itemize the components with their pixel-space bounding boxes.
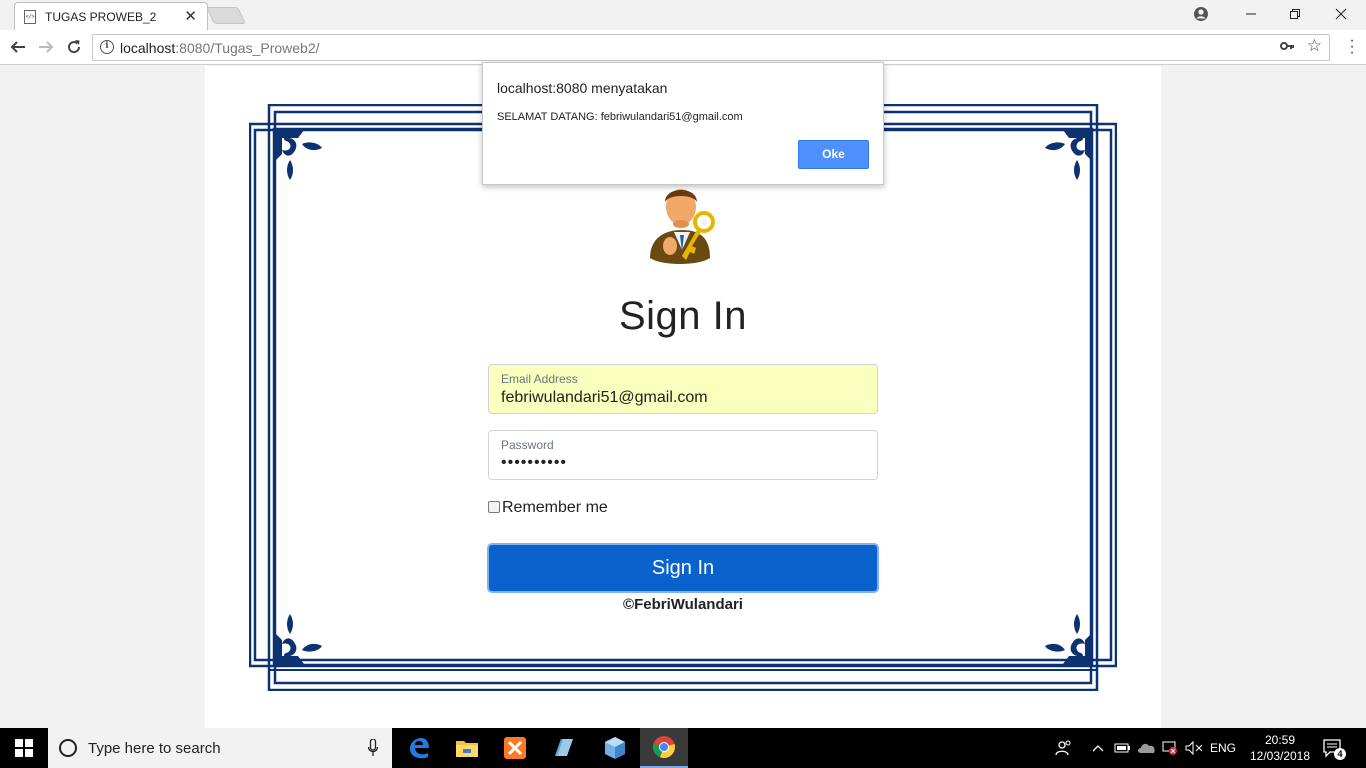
xampp-icon[interactable] xyxy=(491,728,539,768)
email-label: Email Address xyxy=(501,372,578,386)
minimize-button[interactable] xyxy=(1228,0,1274,28)
ornament-top-right-icon xyxy=(1045,130,1091,180)
remember-me-label[interactable]: Remember me xyxy=(502,499,608,517)
forward-arrow-icon[interactable] xyxy=(34,36,58,58)
clock-date: 12/03/2018 xyxy=(1249,749,1311,763)
input-language[interactable]: ENG xyxy=(1208,728,1238,768)
restore-button[interactable] xyxy=(1272,0,1318,28)
browser-tab[interactable]: </> TUGAS PROWEB_2 ✕ xyxy=(14,2,208,30)
email-field[interactable]: Email Address xyxy=(488,364,878,414)
notepad-icon[interactable] xyxy=(539,728,587,768)
tab-strip: </> TUGAS PROWEB_2 ✕ xyxy=(0,0,1366,30)
alert-dialog: localhost:8080 menyatakan SELAMAT DATANG… xyxy=(482,62,884,185)
virtualbox-icon[interactable] xyxy=(591,728,639,768)
show-hidden-icons-chevron-icon[interactable] xyxy=(1090,728,1106,768)
taskbar-search-box[interactable]: Type here to search xyxy=(48,728,392,768)
remember-me-checkbox[interactable] xyxy=(488,501,500,513)
volume-muted-icon[interactable] xyxy=(1184,728,1204,768)
remember-me-row[interactable]: Remember me xyxy=(488,499,608,517)
ornament-bottom-left-icon xyxy=(276,614,322,664)
back-arrow-icon[interactable] xyxy=(6,36,30,58)
sign-in-button[interactable]: Sign In xyxy=(487,543,879,593)
edge-icon[interactable] xyxy=(395,728,443,768)
address-bar[interactable]: i localhost:8080/Tugas_Proweb2/ ☆ xyxy=(92,34,1330,61)
password-label: Password xyxy=(501,438,554,452)
new-tab-button[interactable] xyxy=(206,7,246,24)
people-icon[interactable] xyxy=(1052,728,1076,768)
ornament-top-left-icon xyxy=(276,130,322,180)
url-path: :8080/Tugas_Proweb2/ xyxy=(175,40,320,56)
dialog-message: SELAMAT DATANG: febriwulandari51@gmail.c… xyxy=(497,111,743,123)
cortana-circle-icon xyxy=(59,739,77,757)
url-text[interactable]: localhost:8080/Tugas_Proweb2/ xyxy=(120,40,320,56)
url-host: localhost xyxy=(120,40,176,56)
browser-toolbar: i localhost:8080/Tugas_Proweb2/ ☆ · · · xyxy=(0,30,1366,65)
windows-taskbar: Type here to search ENG 20:59 12/03/2018… xyxy=(0,728,1366,768)
windows-logo-icon xyxy=(15,739,33,757)
profile-icon[interactable] xyxy=(1178,0,1224,28)
close-window-button[interactable] xyxy=(1318,0,1364,28)
onedrive-cloud-icon[interactable] xyxy=(1136,728,1158,768)
tab-title: TUGAS PROWEB_2 xyxy=(45,10,157,24)
chrome-menu-icon[interactable]: · · · xyxy=(1349,33,1355,61)
battery-icon[interactable] xyxy=(1112,728,1132,768)
chrome-icon[interactable] xyxy=(640,728,688,768)
dialog-title: localhost:8080 menyatakan xyxy=(497,80,668,96)
password-input[interactable]: •••••••••• xyxy=(501,454,861,472)
password-field[interactable]: Password •••••••••• xyxy=(488,430,878,480)
file-explorer-icon[interactable] xyxy=(443,728,491,768)
dialog-ok-button[interactable]: Oke xyxy=(798,140,869,169)
reload-icon[interactable] xyxy=(62,36,86,58)
saved-password-key-icon[interactable] xyxy=(1279,38,1295,57)
email-input[interactable] xyxy=(501,389,861,407)
close-tab-icon[interactable]: ✕ xyxy=(184,7,197,25)
notification-count-badge: 4 xyxy=(1334,748,1346,760)
network-disconnected-icon[interactable] xyxy=(1160,728,1182,768)
action-center-icon[interactable]: 4 xyxy=(1322,738,1346,760)
copyright-text: ©FebriWulandari xyxy=(623,596,743,613)
microphone-icon[interactable] xyxy=(368,739,378,757)
user-key-avatar-icon xyxy=(650,189,715,264)
ornament-bottom-right-icon xyxy=(1045,614,1091,664)
clock-time: 20:59 xyxy=(1264,733,1296,747)
start-button[interactable] xyxy=(0,728,48,768)
site-info-icon[interactable]: i xyxy=(100,40,114,54)
system-clock[interactable]: 20:59 12/03/2018 xyxy=(1249,732,1311,764)
page-favicon-icon: </> xyxy=(24,10,36,24)
page-title: Sign In xyxy=(618,294,748,338)
search-placeholder: Type here to search xyxy=(88,740,221,757)
bookmark-star-icon[interactable]: ☆ xyxy=(1307,36,1322,56)
